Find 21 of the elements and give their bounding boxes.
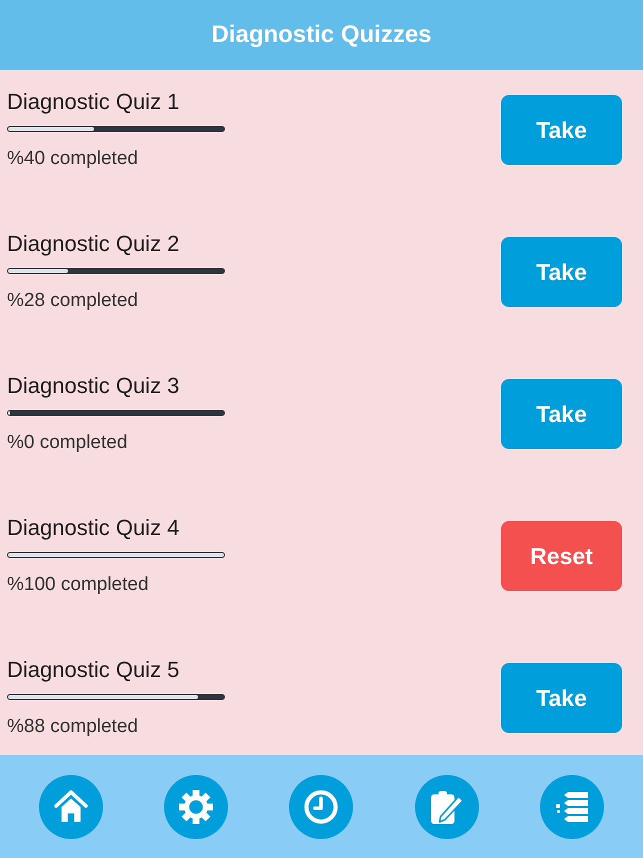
quiz-title: Diagnostic Quiz 3	[7, 372, 180, 400]
progress-text: %0 completed	[7, 431, 128, 455]
answer-tags-icon	[555, 790, 590, 824]
home-icon	[54, 790, 88, 824]
take-button[interactable]: Take	[501, 379, 622, 449]
reset-button[interactable]: Reset	[501, 521, 622, 591]
take-button[interactable]: Take	[501, 237, 622, 307]
quiz-title: Diagnostic Quiz 1	[7, 88, 180, 116]
quiz-title: Diagnostic Quiz 5	[7, 656, 180, 684]
gear-icon	[179, 790, 214, 824]
screen-title: Diagnostic Quizzes	[211, 21, 432, 49]
quiz-title: Diagnostic Quiz 2	[7, 230, 180, 258]
take-button[interactable]: Take	[501, 95, 622, 165]
take-button[interactable]: Take	[501, 663, 622, 733]
clock-icon	[304, 790, 338, 824]
progress-text: %88 completed	[7, 715, 138, 739]
progress-text: %40 completed	[7, 147, 138, 171]
progress-text: %100 completed	[7, 573, 149, 597]
progress-text: %28 completed	[7, 289, 138, 313]
clipboard-pencil-icon	[430, 790, 464, 824]
quiz-title: Diagnostic Quiz 4	[7, 514, 180, 542]
